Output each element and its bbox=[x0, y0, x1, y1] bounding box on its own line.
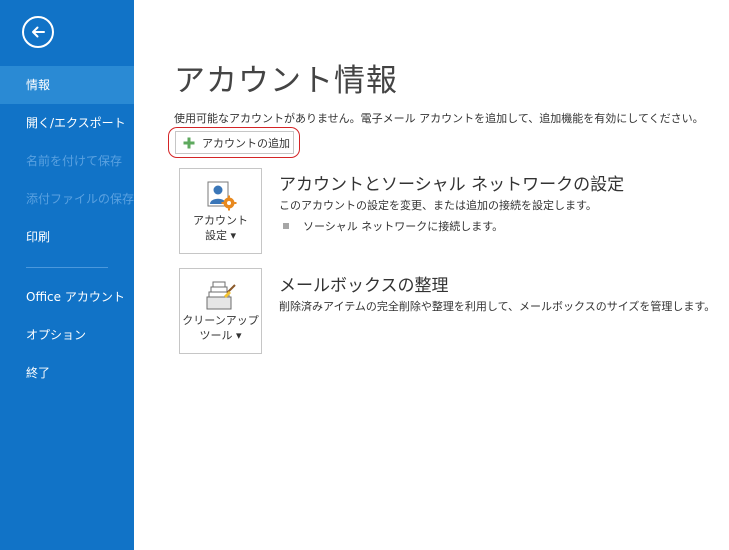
cleanup-tools-button[interactable]: クリーンアップ ツール ▾ bbox=[179, 268, 262, 354]
backstage-sidebar: 情報 開く/エクスポート 名前を付けて保存 添付ファイルの保存 印刷 Offic… bbox=[0, 0, 134, 550]
account-settings-button[interactable]: アカウント 設定 ▾ bbox=[179, 168, 262, 254]
account-settings-icon bbox=[207, 181, 237, 211]
cleanup-tools-icon bbox=[206, 281, 236, 310]
plus-icon bbox=[183, 137, 195, 148]
nav-item-options[interactable]: オプション bbox=[0, 316, 134, 354]
nav-item-print[interactable]: 印刷 bbox=[0, 218, 134, 256]
nav-item-exit[interactable]: 終了 bbox=[0, 354, 134, 392]
back-arrow-icon bbox=[32, 26, 45, 38]
account-settings-label-1: アカウント bbox=[193, 214, 248, 227]
add-account-button[interactable]: アカウントの追加 bbox=[175, 131, 294, 154]
nav-item-office-account[interactable]: Office アカウント bbox=[0, 278, 134, 316]
bullet-icon bbox=[283, 223, 289, 229]
nav-divider bbox=[26, 267, 108, 268]
add-account-label: アカウントの追加 bbox=[202, 136, 290, 150]
nav-item-open-export[interactable]: 開く/エクスポート bbox=[0, 104, 134, 142]
account-settings-label-2: 設定 ▾ bbox=[204, 229, 237, 242]
social-network-text: ソーシャル ネットワークに接続します。 bbox=[303, 220, 504, 233]
no-account-description: 使用可能なアカウントがありません。電子メール アカウントを追加して、追加機能を有… bbox=[174, 112, 704, 125]
back-button[interactable] bbox=[22, 16, 54, 48]
nav-item-save-attachments: 添付ファイルの保存 bbox=[26, 192, 135, 206]
mailbox-cleanup-description: 削除済みアイテムの完全削除や整理を利用して、メールボックスのサイズを管理します。 bbox=[279, 300, 716, 313]
account-settings-description: このアカウントの設定を変更、または追加の接続を設定します。 bbox=[279, 199, 597, 212]
nav-item-save-as: 名前を付けて保存 bbox=[26, 154, 123, 168]
nav-item-info[interactable]: 情報 bbox=[0, 66, 134, 104]
social-network-bullet: ソーシャル ネットワークに接続します。 bbox=[283, 218, 503, 234]
cleanup-tools-label-2: ツール ▾ bbox=[199, 329, 242, 342]
page-title: アカウント情報 bbox=[174, 63, 398, 99]
cleanup-tools-label-1: クリーンアップ bbox=[182, 314, 259, 327]
account-settings-title: アカウントとソーシャル ネットワークの設定 bbox=[279, 175, 625, 195]
mailbox-cleanup-title: メールボックスの整理 bbox=[279, 276, 449, 296]
